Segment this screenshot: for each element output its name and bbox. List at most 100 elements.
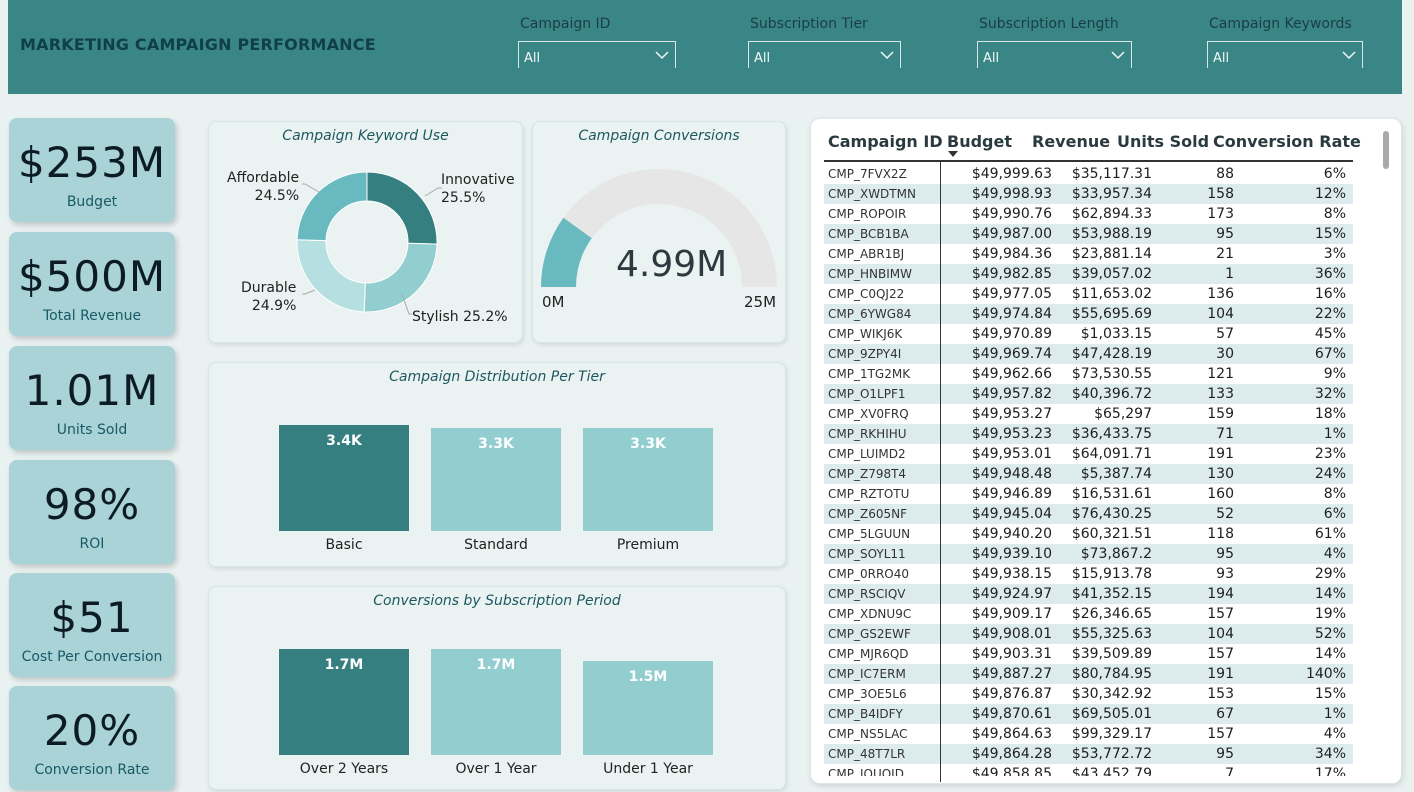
table-row[interactable]: CMP_7FVX2Z $49,999.63 $35,117.31 88 6%: [824, 164, 1353, 184]
slice-pct: 25.2%: [463, 309, 508, 325]
table-row[interactable]: CMP_48T7LR $49,864.28 $53,772.72 95 34%: [824, 744, 1353, 764]
table-header: Campaign ID Budget Revenue Units Sold Co…: [824, 131, 1361, 162]
table-row[interactable]: CMP_C0QJ22 $49,977.05 $11,653.02 136 16%: [824, 284, 1353, 304]
cell-revenue: $39,509.89: [1071, 646, 1152, 662]
cell-revenue: $35,117.31: [1071, 166, 1152, 182]
table-scrollbar[interactable]: [1381, 131, 1391, 776]
cell-units-sold: 104: [1207, 306, 1234, 322]
cell-revenue: $62,894.33: [1071, 206, 1152, 222]
table-row[interactable]: CMP_WIKJ6K $49,970.89 $1,033.15 57 45%: [824, 324, 1353, 344]
cell-conversion-rate: 1%: [1323, 706, 1346, 722]
cell-revenue: $33,957.34: [1071, 186, 1152, 202]
slicer-value: All: [1213, 51, 1230, 66]
cell-revenue: $5,387.74: [1080, 466, 1152, 482]
table-row[interactable]: CMP_O1LPF1 $49,957.82 $40,396.72 133 32%: [824, 384, 1353, 404]
donut-slice-stylish[interactable]: [363, 242, 438, 313]
table-row[interactable]: CMP_MJR6QD $49,903.31 $39,509.89 157 14%: [824, 644, 1353, 664]
table-row[interactable]: CMP_ROPOIR $49,990.76 $62,894.33 173 8%: [824, 204, 1353, 224]
category-label: Over 1 Year: [455, 761, 537, 777]
table-row[interactable]: CMP_RKHIHU $49,953.23 $36,433.75 71 1%: [824, 424, 1353, 444]
cell-revenue: $26,346.65: [1071, 606, 1152, 622]
cell-units-sold: 153: [1207, 686, 1234, 702]
cell-units-sold: 88: [1216, 166, 1234, 182]
scrollbar-thumb[interactable]: [1383, 131, 1389, 169]
category-label: Premium: [616, 537, 680, 553]
table-row[interactable]: CMP_NS5LAC $49,864.63 $99,329.17 157 4%: [824, 724, 1353, 744]
table-row[interactable]: CMP_Z605NF $49,945.04 $76,430.25 52 6%: [824, 504, 1353, 524]
cell-budget: $49,953.01: [971, 446, 1052, 462]
gauge-min-label: 0M: [542, 293, 565, 311]
cell-units-sold: 7: [1225, 766, 1234, 776]
cell-units-sold: 157: [1207, 726, 1234, 742]
campaign-keywords-dropdown[interactable]: All: [1207, 41, 1363, 68]
cell-budget: $49,987.00: [971, 226, 1052, 242]
bar-period-over-2-years[interactable]: 1.7M: [279, 649, 409, 755]
table-row[interactable]: CMP_9ZPY4I $49,969.74 $47,428.19 30 67%: [824, 344, 1353, 364]
table-row[interactable]: CMP_6YWG84 $49,974.84 $55,695.69 104 22%: [824, 304, 1353, 324]
cell-campaign-id: CMP_BCB1BA: [828, 227, 909, 241]
table-row[interactable]: CMP_XDNU9C $49,909.17 $26,346.65 157 19%: [824, 604, 1353, 624]
donut-slice-affordable[interactable]: [296, 171, 368, 242]
column-header-units-sold[interactable]: Units Sold: [1117, 131, 1209, 159]
kpi-card-units-sold: 1.01M Units Sold: [9, 346, 175, 450]
column-header-campaign-id[interactable]: Campaign ID: [828, 131, 943, 159]
table-row[interactable]: CMP_SOYL11 $49,939.10 $73,867.2 95 4%: [824, 544, 1353, 564]
table-row[interactable]: CMP_JOUOJD $49,858.85 $43,452.79 7 17%: [824, 764, 1353, 776]
cell-revenue: $53,988.19: [1071, 226, 1152, 242]
cell-conversion-rate: 32%: [1314, 386, 1346, 402]
column-header-revenue[interactable]: Revenue: [1032, 131, 1110, 159]
table-row[interactable]: CMP_XV0FRQ $49,953.27 $65,297 159 18%: [824, 404, 1353, 424]
kpi-value: $253M: [17, 138, 167, 187]
campaign-id-dropdown[interactable]: All: [518, 41, 676, 68]
slicer-label: Campaign ID: [520, 16, 611, 32]
bar-tier-standard[interactable]: 3.3K: [431, 428, 561, 531]
cell-budget: $49,962.66: [971, 366, 1052, 382]
donut-slice-innovative[interactable]: [366, 171, 438, 245]
column-header-conversion-rate[interactable]: Conversion Rate: [1213, 131, 1361, 159]
bar-period-under-1-year[interactable]: 1.5M: [583, 661, 713, 755]
cell-revenue: $80,784.95: [1071, 666, 1152, 682]
cell-budget: $49,924.97: [971, 586, 1052, 602]
donut-label-affordable: Affordable 24.5%: [227, 169, 299, 205]
table-row[interactable]: CMP_LUIMD2 $49,953.01 $64,091.71 191 23%: [824, 444, 1353, 464]
cell-units-sold: 133: [1207, 386, 1234, 402]
donut-slice-durable[interactable]: [296, 239, 366, 313]
page-title: MARKETING CAMPAIGN PERFORMANCE: [20, 35, 376, 54]
cell-budget: $49,974.84: [971, 306, 1052, 322]
cell-conversion-rate: 6%: [1323, 166, 1346, 182]
slice-name: Stylish: [412, 309, 459, 325]
table-row[interactable]: CMP_0RRO40 $49,938.15 $15,913.78 93 29%: [824, 564, 1353, 584]
table-row[interactable]: CMP_HNBIMW $49,982.85 $39,057.02 1 36%: [824, 264, 1353, 284]
table-row[interactable]: CMP_1TG2MK $49,962.66 $73,530.55 121 9%: [824, 364, 1353, 384]
category-label: Under 1 Year: [603, 761, 693, 777]
gauge-max-label: 25M: [744, 293, 777, 311]
cell-conversion-rate: 17%: [1314, 766, 1346, 776]
table-row[interactable]: CMP_3OE5L6 $49,876.87 $30,342.92 153 15%: [824, 684, 1353, 704]
cell-units-sold: 157: [1207, 606, 1234, 622]
table-row[interactable]: CMP_B4IDFY $49,870.61 $69,505.01 67 1%: [824, 704, 1353, 724]
table-row[interactable]: CMP_IC7ERM $49,887.27 $80,784.95 191 140%: [824, 664, 1353, 684]
bar-value-label: 3.3K: [478, 436, 514, 452]
bar-period-over-1-year[interactable]: 1.7M: [431, 649, 561, 755]
slicer-value: All: [524, 51, 541, 66]
bar-tier-premium[interactable]: 3.3K: [583, 428, 713, 531]
subscription-tier-dropdown[interactable]: All: [748, 41, 901, 68]
subscription-length-dropdown[interactable]: All: [977, 41, 1132, 68]
cell-units-sold: 194: [1207, 586, 1234, 602]
chevron-down-icon: [655, 51, 669, 60]
table-row[interactable]: CMP_RSCIQV $49,924.97 $41,352.15 194 14%: [824, 584, 1353, 604]
cell-campaign-id: CMP_NS5LAC: [828, 727, 908, 741]
sort-descending-icon: [948, 151, 958, 157]
table-row[interactable]: CMP_RZTOTU $49,946.89 $16,531.61 160 8%: [824, 484, 1353, 504]
cell-units-sold: 57: [1216, 326, 1234, 342]
table-row[interactable]: CMP_Z798T4 $49,948.48 $5,387.74 130 24%: [824, 464, 1353, 484]
bar-tier-basic[interactable]: 3.4K: [279, 425, 409, 531]
slice-name: Durable: [241, 280, 297, 296]
cell-campaign-id: CMP_RZTOTU: [828, 487, 910, 501]
table-row[interactable]: CMP_GS2EWF $49,908.01 $55,325.63 104 52%: [824, 624, 1353, 644]
table-row[interactable]: CMP_5LGUUN $49,940.20 $60,321.51 118 61%: [824, 524, 1353, 544]
table-row[interactable]: CMP_XWDTMN $49,998.93 $33,957.34 158 12%: [824, 184, 1353, 204]
table-row[interactable]: CMP_BCB1BA $49,987.00 $53,988.19 95 15%: [824, 224, 1353, 244]
table-row[interactable]: CMP_ABR1BJ $49,984.36 $23,881.14 21 3%: [824, 244, 1353, 264]
donut-label-stylish: Stylish 25.2%: [412, 308, 508, 326]
